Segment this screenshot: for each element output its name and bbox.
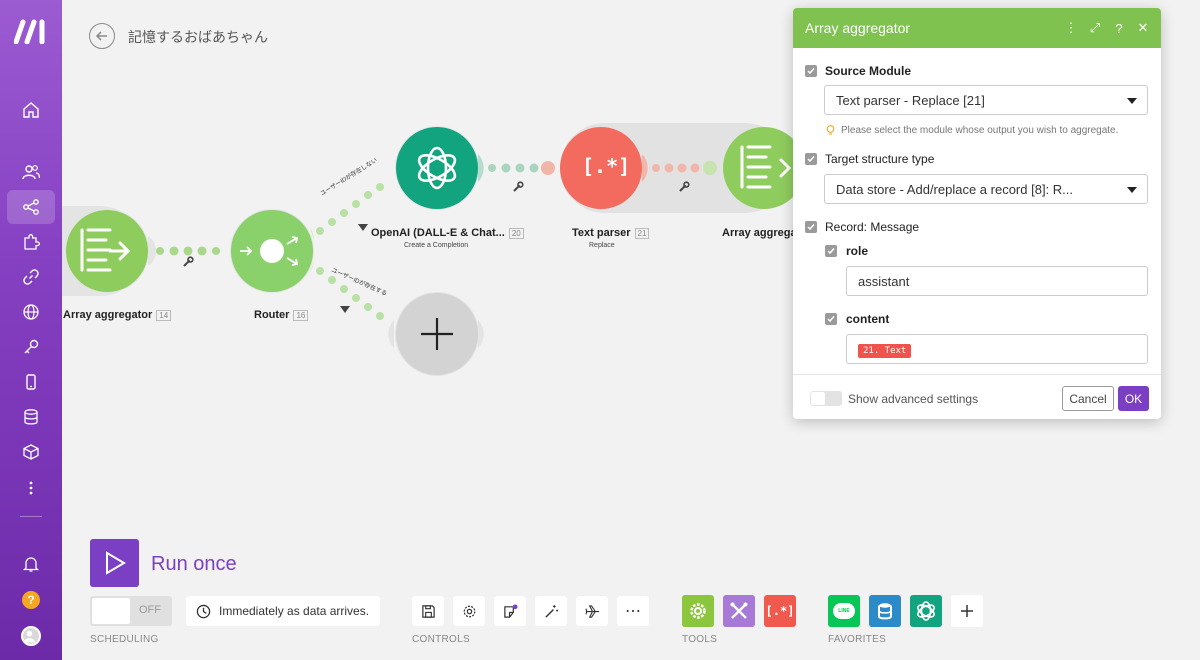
panel-header-icons: ⋮ ⤢ ? ✕ — [1065, 8, 1149, 48]
gear-icon — [690, 603, 706, 619]
add-favorite-button[interactable] — [951, 595, 983, 627]
section-favorites: FAVORITES — [828, 634, 887, 645]
connector-openai-parser — [488, 163, 539, 173]
run-once-label[interactable]: Run once — [151, 553, 237, 576]
role-checkbox[interactable] — [825, 245, 837, 257]
node-badge: 16 — [293, 309, 309, 321]
section-controls: CONTROLS — [412, 634, 470, 645]
more-icon[interactable]: ⋮ — [1065, 20, 1078, 36]
expand-icon[interactable]: ⤢ — [1089, 20, 1101, 36]
help-icon[interactable]: ? — [1113, 21, 1125, 36]
node-openai[interactable] — [396, 127, 478, 209]
tool-text-parser[interactable]: [.*] — [764, 595, 796, 627]
cancel-button[interactable]: Cancel — [1062, 386, 1114, 411]
node-label-aggregator-right: Array aggrega — [722, 227, 797, 239]
tool-flow-control[interactable] — [682, 595, 714, 627]
toggle-knob — [811, 392, 825, 405]
toggle-knob — [92, 598, 130, 624]
check-icon — [807, 68, 815, 75]
section-tools: TOOLS — [682, 634, 718, 645]
scheduling-toggle[interactable]: OFF — [90, 596, 172, 626]
content-input[interactable]: 21. Text — [846, 334, 1148, 364]
node-label-openai: OpenAI (DALL-E & Chat... 20 — [371, 227, 524, 239]
check-icon — [807, 224, 815, 231]
save-button[interactable] — [412, 596, 444, 626]
module-settings-panel: Array aggregator ⋮ ⤢ ? ✕ Source Module T… — [793, 8, 1161, 419]
check-icon — [827, 316, 835, 323]
source-module-select[interactable]: Text parser - Replace [21] — [824, 85, 1148, 115]
target-structure-checkbox[interactable] — [805, 153, 817, 165]
more-controls-button[interactable]: ⋯ — [617, 596, 649, 626]
explain-flow-button[interactable] — [576, 596, 608, 626]
content-label: content — [846, 312, 890, 326]
node-badge: 21 — [634, 227, 650, 239]
mapped-value-pill[interactable]: 21. Text — [858, 344, 912, 358]
favorite-datastore[interactable] — [869, 595, 901, 627]
target-structure-value: Data store - Add/replace a record [8]: R… — [836, 182, 1074, 197]
check-icon — [807, 156, 815, 163]
source-module-label: Source Module — [825, 64, 912, 78]
source-module-checkbox[interactable] — [805, 65, 817, 77]
role-input[interactable]: assistant — [846, 266, 1148, 296]
section-scheduling: SCHEDULING — [90, 634, 159, 645]
panel-header: Array aggregator ⋮ ⤢ ? ✕ — [793, 8, 1161, 48]
target-structure-select[interactable]: Data store - Add/replace a record [8]: R… — [824, 174, 1148, 204]
schedule-text: Immediately as data arrives. — [219, 604, 370, 618]
clock-icon — [196, 604, 211, 618]
wrench-icon[interactable] — [182, 256, 194, 267]
play-icon — [105, 551, 126, 575]
record-label: Record: Message — [825, 220, 920, 234]
openai-logo-icon — [917, 601, 935, 621]
settings-button[interactable] — [453, 596, 485, 626]
plus-icon — [961, 605, 973, 617]
tool-tools[interactable] — [723, 595, 755, 627]
node-sub-text-parser: Replace — [589, 242, 615, 249]
panel-title: Array aggregator — [805, 20, 911, 36]
magic-wand-icon — [544, 604, 558, 618]
record-checkbox[interactable] — [805, 221, 817, 233]
source-module-value: Text parser - Replace [21] — [836, 93, 985, 108]
ok-button[interactable]: OK — [1118, 386, 1149, 411]
node-label-aggregator-left: Array aggregator 14 — [63, 309, 172, 321]
node-label-text-parser: Text parser 21 — [572, 227, 650, 239]
notes-button[interactable] — [494, 596, 526, 626]
save-icon — [421, 604, 435, 618]
node-sub-openai: Create a Completion — [404, 242, 469, 249]
filter-icon-top[interactable] — [358, 224, 368, 231]
database-icon — [878, 603, 892, 620]
chevron-down-icon — [1127, 187, 1137, 193]
parser-icon-text: [.*] — [582, 154, 631, 178]
schedule-setting[interactable]: Immediately as data arrives. — [186, 596, 380, 626]
target-structure-label: Target structure type — [825, 152, 935, 166]
node-badge: 20 — [508, 227, 524, 239]
panel-footer-divider — [793, 374, 1161, 375]
role-label: role — [846, 244, 869, 258]
filter-icon-bottom[interactable] — [340, 306, 350, 313]
lightbulb-icon — [826, 125, 835, 135]
auto-align-button[interactable] — [535, 596, 567, 626]
toggle-off-label: OFF — [139, 604, 161, 616]
wrench-icon-2[interactable] — [512, 181, 524, 192]
airplane-icon — [584, 604, 599, 618]
connector-agg-router — [156, 246, 220, 256]
advanced-settings-toggle[interactable] — [810, 391, 842, 406]
close-icon[interactable]: ✕ — [1137, 20, 1149, 36]
gear-icon — [463, 605, 475, 617]
node-label-router: Router 16 — [254, 309, 309, 321]
tools-icon — [730, 602, 748, 619]
chevron-down-icon — [1127, 98, 1137, 104]
node-badge: 14 — [156, 309, 172, 321]
advanced-settings-label[interactable]: Show advanced settings — [848, 392, 978, 406]
source-module-hint: Please select the module whose output yo… — [826, 125, 1118, 136]
check-icon — [827, 248, 835, 255]
content-checkbox[interactable] — [825, 313, 837, 325]
favorite-line[interactable]: LINE — [828, 595, 860, 627]
note-icon — [503, 603, 518, 618]
favorite-openai[interactable] — [910, 595, 942, 627]
line-logo-icon: LINE — [833, 603, 855, 619]
run-once-button[interactable] — [90, 539, 139, 587]
